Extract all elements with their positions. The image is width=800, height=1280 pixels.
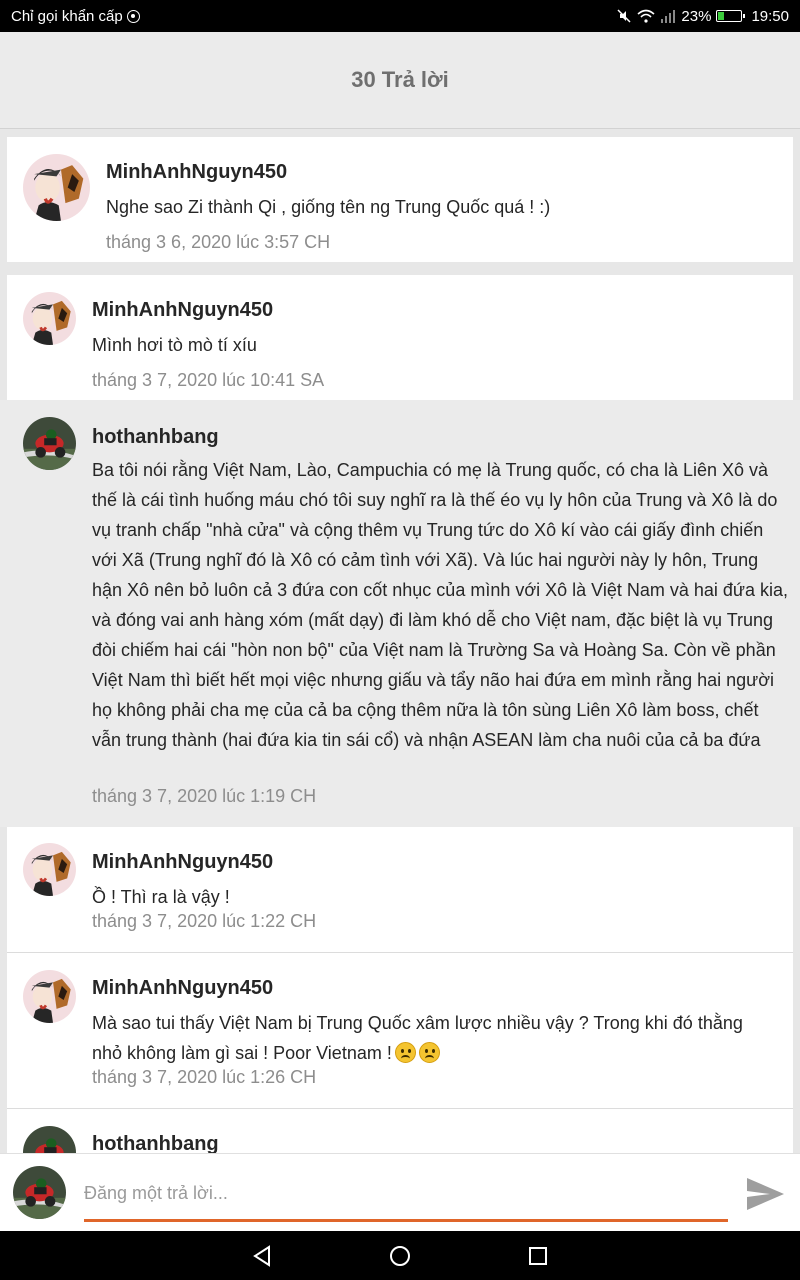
frown-emoji <box>394 1042 416 1063</box>
reply-timestamp: tháng 3 7, 2020 lúc 10:41 SA <box>92 370 325 390</box>
back-icon[interactable] <box>249 1243 275 1269</box>
reply-list[interactable]: MinhAnhNguyn450 Nghe sao Zi thành Qi , g… <box>0 129 800 1153</box>
anime-avatar[interactable] <box>23 154 90 221</box>
battery-icon <box>716 10 746 22</box>
reply-timestamp: tháng 3 7, 2020 lúc 1:26 CH <box>92 1067 317 1087</box>
reply-text-content: Mà sao tui thấy Việt Nam bị Trung Quốc x… <box>92 1013 743 1063</box>
reply-item[interactable]: MinhAnhNguyn450 Mình hơi tò mò tí xíu th… <box>7 275 793 400</box>
motorcycle-avatar <box>13 1166 66 1219</box>
mute-icon <box>617 9 631 23</box>
reply-item[interactable]: MinhAnhNguyn450 Mà sao tui thấy Việt Nam… <box>7 953 793 1108</box>
reply-item[interactable]: MinhAnhNguyn450 Ồ ! Thì ra là vậy ! thán… <box>7 827 793 952</box>
emergency-icon <box>126 9 140 23</box>
reply-text: Mình hơi tò mò tí xíu <box>92 335 257 355</box>
anime-avatar[interactable] <box>23 843 76 896</box>
reply-text: Nghe sao Zi thành Qi , giống tên ng Trun… <box>106 197 551 217</box>
anime-avatar[interactable] <box>23 970 76 1023</box>
frown-emoji <box>418 1042 440 1063</box>
signal-icon <box>661 10 676 23</box>
reply-username[interactable]: hothanhbang <box>92 426 219 449</box>
reply-username[interactable]: MinhAnhNguyn450 <box>106 161 287 184</box>
reply-text: Mà sao tui thấy Việt Nam bị Trung Quốc x… <box>92 1008 772 1068</box>
clock: 19:50 <box>751 7 789 25</box>
page-title: 30 Trả lời <box>351 67 449 92</box>
reply-composer <box>0 1153 800 1231</box>
reply-text: Ba tôi nói rằng Việt Nam, Lào, Campuchia… <box>92 460 788 750</box>
reply-item-highlighted[interactable]: hothanhbang Ba tôi nói rằng Việt Nam, Là… <box>0 400 800 827</box>
battery-percent: 23% <box>681 7 712 25</box>
reply-item[interactable]: hothanhbang <box>7 1109 793 1153</box>
reply-text: Ồ ! Thì ra là vậy ! <box>92 887 230 907</box>
reply-username[interactable]: MinhAnhNguyn450 <box>92 851 273 874</box>
reply-input[interactable] <box>84 1174 728 1222</box>
anime-avatar[interactable] <box>23 292 76 345</box>
motorcycle-avatar[interactable] <box>23 1126 76 1153</box>
send-icon[interactable] <box>744 1174 786 1214</box>
motorcycle-avatar[interactable] <box>23 417 76 470</box>
reply-timestamp: tháng 3 7, 2020 lúc 1:19 CH <box>92 786 317 806</box>
reply-item[interactable]: MinhAnhNguyn450 Nghe sao Zi thành Qi , g… <box>7 137 793 262</box>
reply-timestamp: tháng 3 7, 2020 lúc 1:22 CH <box>92 911 317 931</box>
carrier-text: Chỉ gọi khẩn cấp <box>11 7 123 25</box>
thread-header: 30 Trả lời <box>0 32 800 129</box>
reply-username[interactable]: MinhAnhNguyn450 <box>92 299 273 322</box>
status-bar: Chỉ gọi khẩn cấp 23% 19:50 <box>0 0 800 32</box>
reply-timestamp: tháng 3 6, 2020 lúc 3:57 CH <box>106 232 331 252</box>
reply-username[interactable]: hothanhbang <box>92 1133 219 1153</box>
recents-icon[interactable] <box>525 1243 551 1269</box>
wifi-icon <box>637 9 655 23</box>
home-icon[interactable] <box>387 1243 413 1269</box>
reply-username[interactable]: MinhAnhNguyn450 <box>92 977 273 1000</box>
navigation-bar <box>0 1231 800 1280</box>
